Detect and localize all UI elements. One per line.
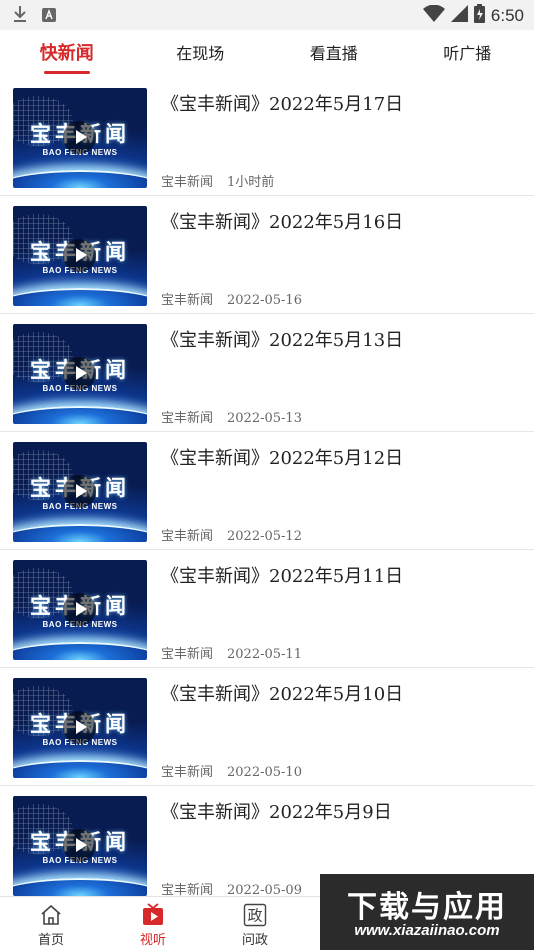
news-title[interactable]: 《宝丰新闻》2022年5月12日 [161,444,403,470]
signal-icon [450,5,468,26]
status-bar: 6:50 [0,0,534,30]
play-icon[interactable] [63,475,96,508]
nav-wenzheng[interactable]: 政 问政 [204,897,306,950]
wifi-icon [422,4,445,27]
top-tabs: 快新闻 在现场 看直播 听广播 [0,30,534,78]
nav-video-label: 视听 [139,933,166,948]
tab-kan-zhibo[interactable]: 看直播 [267,30,401,78]
news-item[interactable]: 宝丰新闻 BAO FENG NEWS 《宝丰新闻》2022年5月13日 宝丰新闻… [0,314,534,432]
watermark-url: www.xiazaiinao.com [354,922,500,939]
nav-video[interactable]: 视听 [102,897,204,950]
clock: 6:50 [490,5,524,25]
video-thumbnail[interactable]: 宝丰新闻 BAO FENG NEWS [13,206,147,306]
news-meta: 宝丰新闻 2022-05-11 [161,643,302,662]
news-source: 宝丰新闻 [161,529,214,544]
play-icon[interactable] [63,593,96,626]
play-icon[interactable] [63,121,96,154]
nav-home-label: 首页 [37,933,64,948]
news-item[interactable]: 宝丰新闻 BAO FENG NEWS 《宝丰新闻》2022年5月10日 宝丰新闻… [0,668,534,786]
watermark-text: 下载与应用 [347,890,507,925]
nav-home[interactable]: 首页 [0,897,102,950]
news-source: 宝丰新闻 [161,647,214,662]
news-meta: 宝丰新闻 2022-05-16 [161,289,302,308]
video-thumbnail[interactable]: 宝丰新闻 BAO FENG NEWS [13,678,147,778]
tab-kuai-xinwen[interactable]: 快新闻 [0,30,134,78]
tab-ting-guangbo[interactable]: 听广播 [401,30,534,78]
home-icon [39,903,63,927]
news-title[interactable]: 《宝丰新闻》2022年5月10日 [161,680,403,706]
video-play-icon [141,903,165,927]
video-thumbnail[interactable]: 宝丰新闻 BAO FENG NEWS [13,796,147,896]
news-item[interactable]: 宝丰新闻 BAO FENG NEWS 《宝丰新闻》2022年5月11日 宝丰新闻… [0,550,534,668]
zheng-icon: 政 [243,903,267,927]
news-title[interactable]: 《宝丰新闻》2022年5月17日 [161,90,403,116]
news-title[interactable]: 《宝丰新闻》2022年5月16日 [161,208,403,234]
news-title[interactable]: 《宝丰新闻》2022年5月11日 [161,562,403,588]
news-meta: 宝丰新闻 2022-05-10 [161,761,302,780]
news-item[interactable]: 宝丰新闻 BAO FENG NEWS 《宝丰新闻》2022年5月17日 宝丰新闻… [0,78,534,196]
news-time: 2022-05-12 [227,529,302,544]
nav-wenzheng-label: 问政 [241,933,268,948]
news-title[interactable]: 《宝丰新闻》2022年5月9日 [161,798,392,824]
news-time: 2022-05-11 [227,647,302,662]
video-thumbnail[interactable]: 宝丰新闻 BAO FENG NEWS [13,324,147,424]
play-icon[interactable] [63,711,96,744]
news-source: 宝丰新闻 [161,765,214,780]
news-meta: 宝丰新闻 2022-05-12 [161,525,302,544]
video-thumbnail[interactable]: 宝丰新闻 BAO FENG NEWS [13,560,147,660]
news-time: 1小时前 [227,175,275,190]
watermark-logo: 下载与应用 www.xiazaiinao.com [320,874,534,950]
news-time: 2022-05-10 [227,765,302,780]
tab-zai-xianchang[interactable]: 在现场 [134,30,268,78]
video-thumbnail[interactable]: 宝丰新闻 BAO FENG NEWS [13,88,147,188]
news-meta: 宝丰新闻 1小时前 [161,171,274,190]
news-source: 宝丰新闻 [161,411,214,426]
news-source: 宝丰新闻 [161,293,214,308]
download-icon [12,5,28,27]
news-item[interactable]: 宝丰新闻 BAO FENG NEWS 《宝丰新闻》2022年5月16日 宝丰新闻… [0,196,534,314]
news-title[interactable]: 《宝丰新闻》2022年5月13日 [161,326,403,352]
play-icon[interactable] [63,239,96,272]
battery-icon [473,4,485,27]
news-list: 宝丰新闻 BAO FENG NEWS 《宝丰新闻》2022年5月17日 宝丰新闻… [0,78,534,904]
play-icon[interactable] [63,829,96,862]
news-meta: 宝丰新闻 2022-05-13 [161,407,302,426]
news-item[interactable]: 宝丰新闻 BAO FENG NEWS 《宝丰新闻》2022年5月12日 宝丰新闻… [0,432,534,550]
news-time: 2022-05-13 [227,411,302,426]
zheng-icon-glyph: 政 [247,907,262,925]
play-icon[interactable] [63,357,96,390]
news-source: 宝丰新闻 [161,175,214,190]
video-thumbnail[interactable]: 宝丰新闻 BAO FENG NEWS [13,442,147,542]
a-badge-icon [42,7,56,26]
news-time: 2022-05-16 [227,293,302,308]
